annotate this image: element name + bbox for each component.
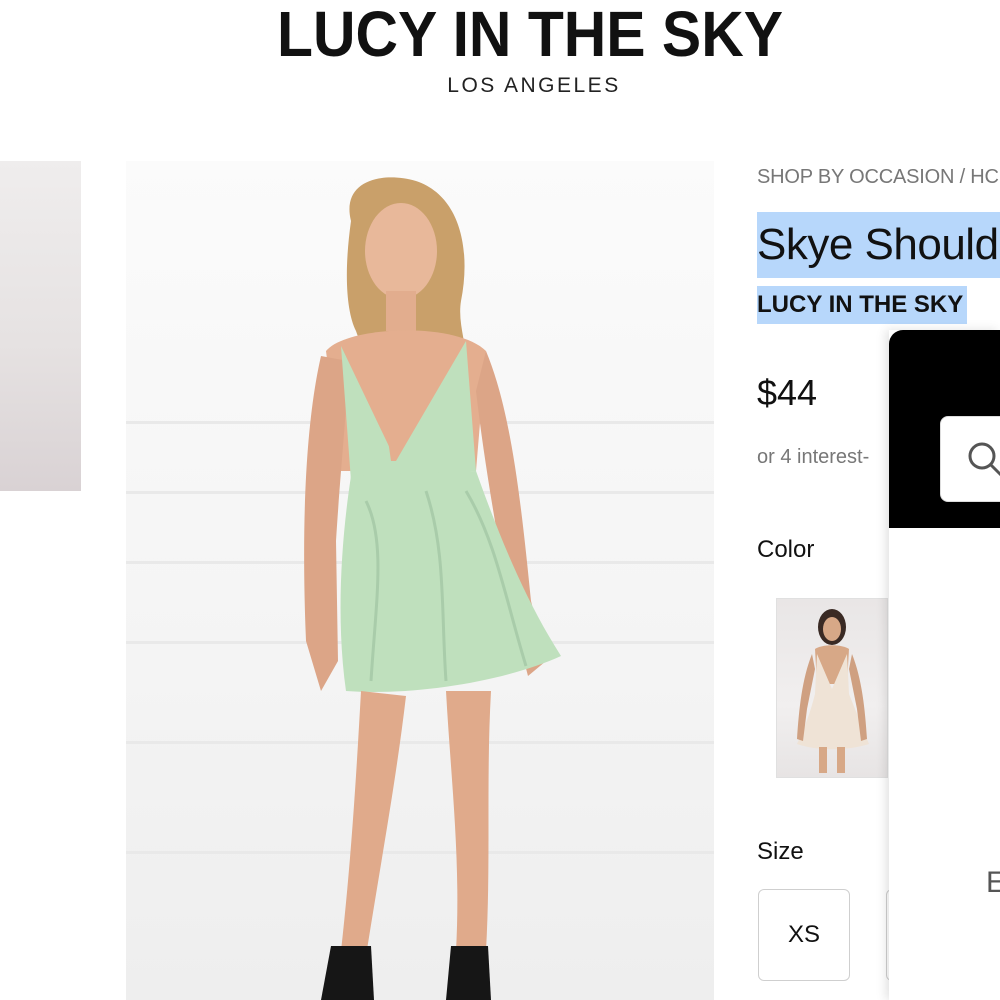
- brand-logo-title[interactable]: LUCY IN THE SKY: [42, 0, 1000, 68]
- breadcrumb[interactable]: SHOP BY OCCASION / HC: [757, 166, 999, 189]
- swatch-model-figure: [797, 609, 869, 773]
- installment-info[interactable]: or 4 interest-: [757, 446, 869, 469]
- overlay-search-input[interactable]: [940, 416, 1000, 502]
- brand-location: LOS ANGELES: [447, 74, 621, 97]
- overlay-partial-text: E: [986, 866, 1000, 899]
- size-option-xs[interactable]: XS: [758, 889, 850, 981]
- gallery-thumbnail[interactable]: [0, 161, 81, 491]
- product-price: $44: [757, 372, 818, 413]
- product-brand-link[interactable]: LUCY IN THE SKY: [757, 286, 968, 324]
- size-label: Size: [757, 838, 804, 865]
- product-title: Skye Shoulde: [757, 212, 1000, 278]
- search-icon[interactable]: [965, 439, 1000, 479]
- product-main-image[interactable]: [126, 161, 714, 1000]
- model-figure: [304, 177, 561, 1000]
- color-label: Color: [757, 536, 815, 563]
- color-swatch-champagne[interactable]: [776, 598, 888, 778]
